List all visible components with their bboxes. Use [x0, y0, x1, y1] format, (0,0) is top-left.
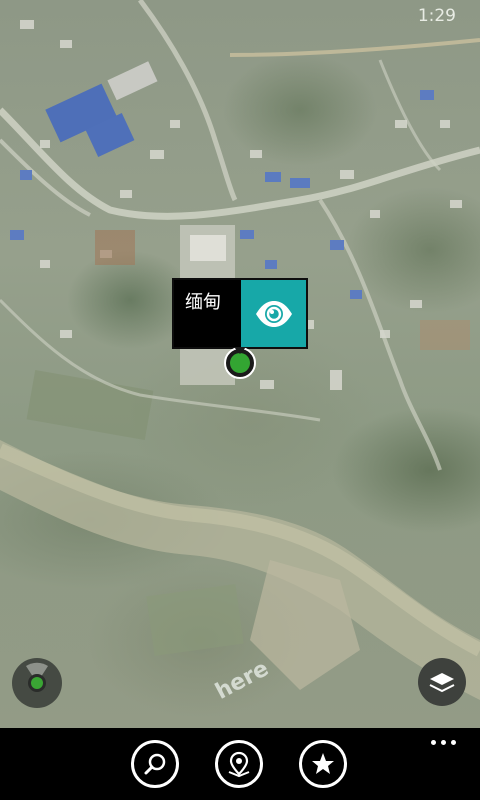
location-pin-marker[interactable]: [223, 346, 257, 380]
search-button[interactable]: [131, 740, 179, 788]
eye-icon: [255, 300, 292, 327]
status-time: 1:29: [417, 6, 456, 26]
location-pin-icon: [228, 751, 250, 778]
my-location-button[interactable]: [215, 740, 263, 788]
map-layers-button[interactable]: [418, 658, 466, 706]
location-popup[interactable]: 缅甸: [172, 278, 308, 349]
favorites-button[interactable]: [299, 740, 347, 788]
compass-button[interactable]: [12, 658, 62, 708]
view-details-button[interactable]: [241, 280, 306, 347]
star-icon: [312, 753, 334, 774]
search-icon: [144, 753, 166, 775]
location-label[interactable]: 缅甸: [174, 280, 241, 347]
compass-icon: [26, 662, 48, 692]
more-dots-icon[interactable]: [431, 740, 456, 745]
layers-icon: [429, 673, 455, 693]
app-bar: [0, 728, 480, 800]
